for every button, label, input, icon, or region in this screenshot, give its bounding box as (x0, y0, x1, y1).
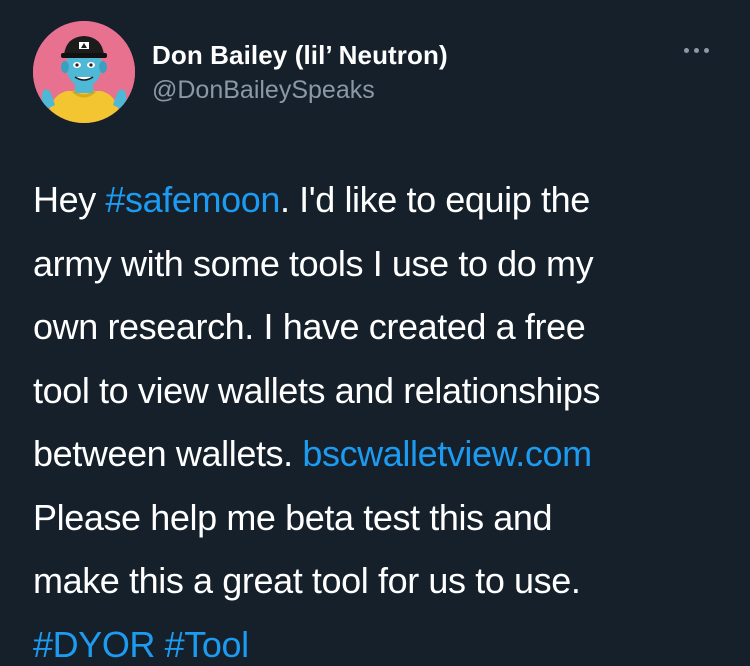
more-options-icon-dot-3 (703, 47, 709, 53)
author-block: Don Bailey (lil’ Neutron) @DonBaileySpea… (152, 38, 448, 107)
hashtag-dyor-link[interactable]: #DYOR (33, 624, 155, 665)
tweet-line: tool to view wallets and relationships (33, 369, 601, 411)
text-segment: Hey (33, 179, 106, 220)
tweet-text: Hey #safemoon. I'd like to equip the arm… (33, 168, 723, 666)
tweet-card: Don Bailey (lil’ Neutron) @DonBaileySpea… (0, 0, 750, 666)
more-options-icon (683, 47, 689, 53)
tweet-line: Hey #safemoon. I'd like to equip the (33, 168, 723, 232)
tweet-line: #DYOR #Tool (33, 613, 723, 666)
more-options-icon-dot-2 (693, 47, 699, 53)
hashtag-safemoon-link[interactable]: #safemoon (105, 179, 280, 220)
text-segment: . I'd like to equip the (279, 179, 590, 220)
more-options-button[interactable] (676, 40, 716, 60)
tweet-line: Please help me beta test this and (33, 496, 553, 538)
cartoon-avatar-icon (33, 21, 135, 123)
tweet-line: between wallets. bscwalletview.com (33, 422, 723, 486)
text-segment: between wallets. (33, 433, 303, 474)
hashtag-tool-link[interactable]: #Tool (165, 624, 249, 665)
author-handle[interactable]: @DonBaileySpeaks (152, 73, 448, 107)
url-link[interactable]: bscwalletview.com (302, 433, 592, 474)
tweet-line: make this a great tool for us to use. (33, 560, 581, 601)
author-avatar[interactable] (33, 21, 135, 123)
tweet-line: own research. I have created a free (33, 306, 586, 347)
author-display-name[interactable]: Don Bailey (lil’ Neutron) (152, 38, 448, 72)
text-segment (155, 624, 165, 665)
tweet-line: army with some tools I use to do my (33, 242, 594, 284)
